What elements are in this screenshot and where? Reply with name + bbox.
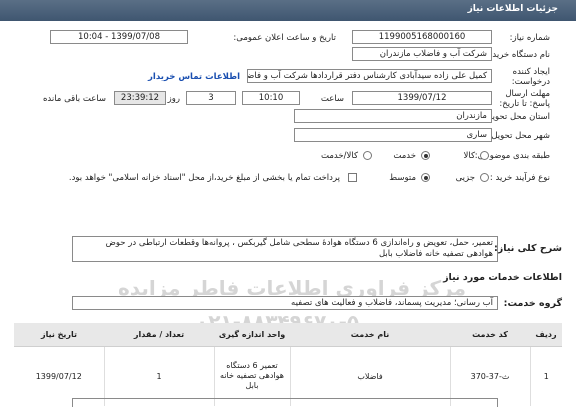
days-remaining-field: 3 <box>186 91 236 105</box>
process-medium-text: متوسط <box>389 173 416 183</box>
col-row-number: ردیف <box>530 323 562 347</box>
cell-quantity: 1 <box>103 346 214 406</box>
cell-need-date: 1399/07/12 <box>35 371 82 381</box>
deadline-label: مهلت ارسال پاسخ: تا تاریخ: <box>499 89 550 109</box>
countdown-field: 23:39:12 <box>114 91 166 105</box>
cell-service-code: ث-37-370 <box>449 346 530 406</box>
announce-date-label: تاریخ و ساعت اعلان عمومی: <box>233 33 336 43</box>
province-field[interactable]: مازندران <box>294 109 492 123</box>
buyer-field[interactable]: شرکت آب و فاضلاب مازندران <box>352 47 492 61</box>
cell-service-name: فاضلاب <box>289 346 450 406</box>
category-goods-label: کالا <box>463 151 475 161</box>
category-service-label: خدمت <box>393 151 416 161</box>
col-need-date: تاریخ نیاز <box>14 323 104 347</box>
col-quantity: تعداد / مقدار <box>104 323 214 347</box>
description-label: شرح کلی نیاز: <box>493 243 562 254</box>
category-both-label: کالا/خدمت <box>321 151 358 161</box>
requester-label: ایجاد کننده درخواست: <box>511 67 550 87</box>
services-table: ردیف کد خدمت نام خدمت واحد اندازه گیری ت… <box>14 323 562 406</box>
col-service-code: کد خدمت <box>450 323 530 347</box>
need-number-label: شماره نیاز: <box>509 33 550 43</box>
table-row[interactable]: 1 ث-37-370 فاضلاب تعمیر 6 دستگاه هوادهی … <box>14 346 562 406</box>
table-header-row: ردیف کد خدمت نام خدمت واحد اندازه گیری ت… <box>14 323 562 347</box>
title-bar: جزئیات اطلاعات نیاز <box>0 0 576 21</box>
announce-date-field[interactable]: 1399/07/08 - 10:04 <box>50 30 188 44</box>
requester-field[interactable]: کمیل علی زاده سیدآبادی کارشناس دفتر قرار… <box>247 69 492 83</box>
city-field[interactable]: ساری <box>294 128 492 142</box>
notes-box[interactable] <box>72 398 498 407</box>
deadline-time-field[interactable]: 10:10 <box>242 91 300 105</box>
process-partial-label: جزیی <box>455 173 475 183</box>
deadline-time-label: ساعت <box>320 94 344 104</box>
remaining-label: ساعت باقی مانده <box>42 94 106 104</box>
buyer-label: نام دستگاه خریدار: <box>483 50 550 60</box>
province-label: استان محل تحویل: <box>483 112 550 122</box>
process-type-label: نوع فرآیند خرید : <box>489 173 550 183</box>
category-goods-radio[interactable] <box>480 151 489 160</box>
page-title: جزئیات اطلاعات نیاز <box>467 4 558 14</box>
treasury-payment-note: پرداخت تمام یا بخشی از مبلغ خرید،از محل … <box>68 173 340 183</box>
description-text: تعمیر، حمل، تعویض و راه‌اندازی 6 دستگاه … <box>105 238 493 259</box>
col-service-name: نام خدمت <box>290 323 450 347</box>
process-partial-radio[interactable] <box>480 173 489 182</box>
treasury-payment-checkbox[interactable] <box>348 173 357 182</box>
process-medium-radio[interactable] <box>421 173 430 182</box>
buyer-contact-link[interactable]: اطلاعات تماس خریدار <box>148 72 240 82</box>
category-service-radio[interactable] <box>421 151 430 160</box>
description-box: تعمیر، حمل، تعویض و راه‌اندازی 6 دستگاه … <box>72 236 498 262</box>
service-group-label: گروه خدمت: <box>503 298 562 309</box>
cell-row-number: 1 <box>529 346 562 406</box>
col-unit: واحد اندازه گیری <box>214 323 290 347</box>
service-group-field[interactable]: آب رسانی؛ مدیریت پسماند، فاضلاب و فعالیت… <box>72 296 498 310</box>
cell-unit: تعمیر 6 دستگاه هوادهی تصفیه خانه بابل <box>213 346 290 406</box>
deadline-date-field[interactable]: 1399/07/12 <box>352 91 492 105</box>
city-label: شهر محل تحویل: <box>488 131 550 141</box>
category-both-radio[interactable] <box>363 151 372 160</box>
need-number-field[interactable]: 1199005168000160 <box>352 30 492 44</box>
